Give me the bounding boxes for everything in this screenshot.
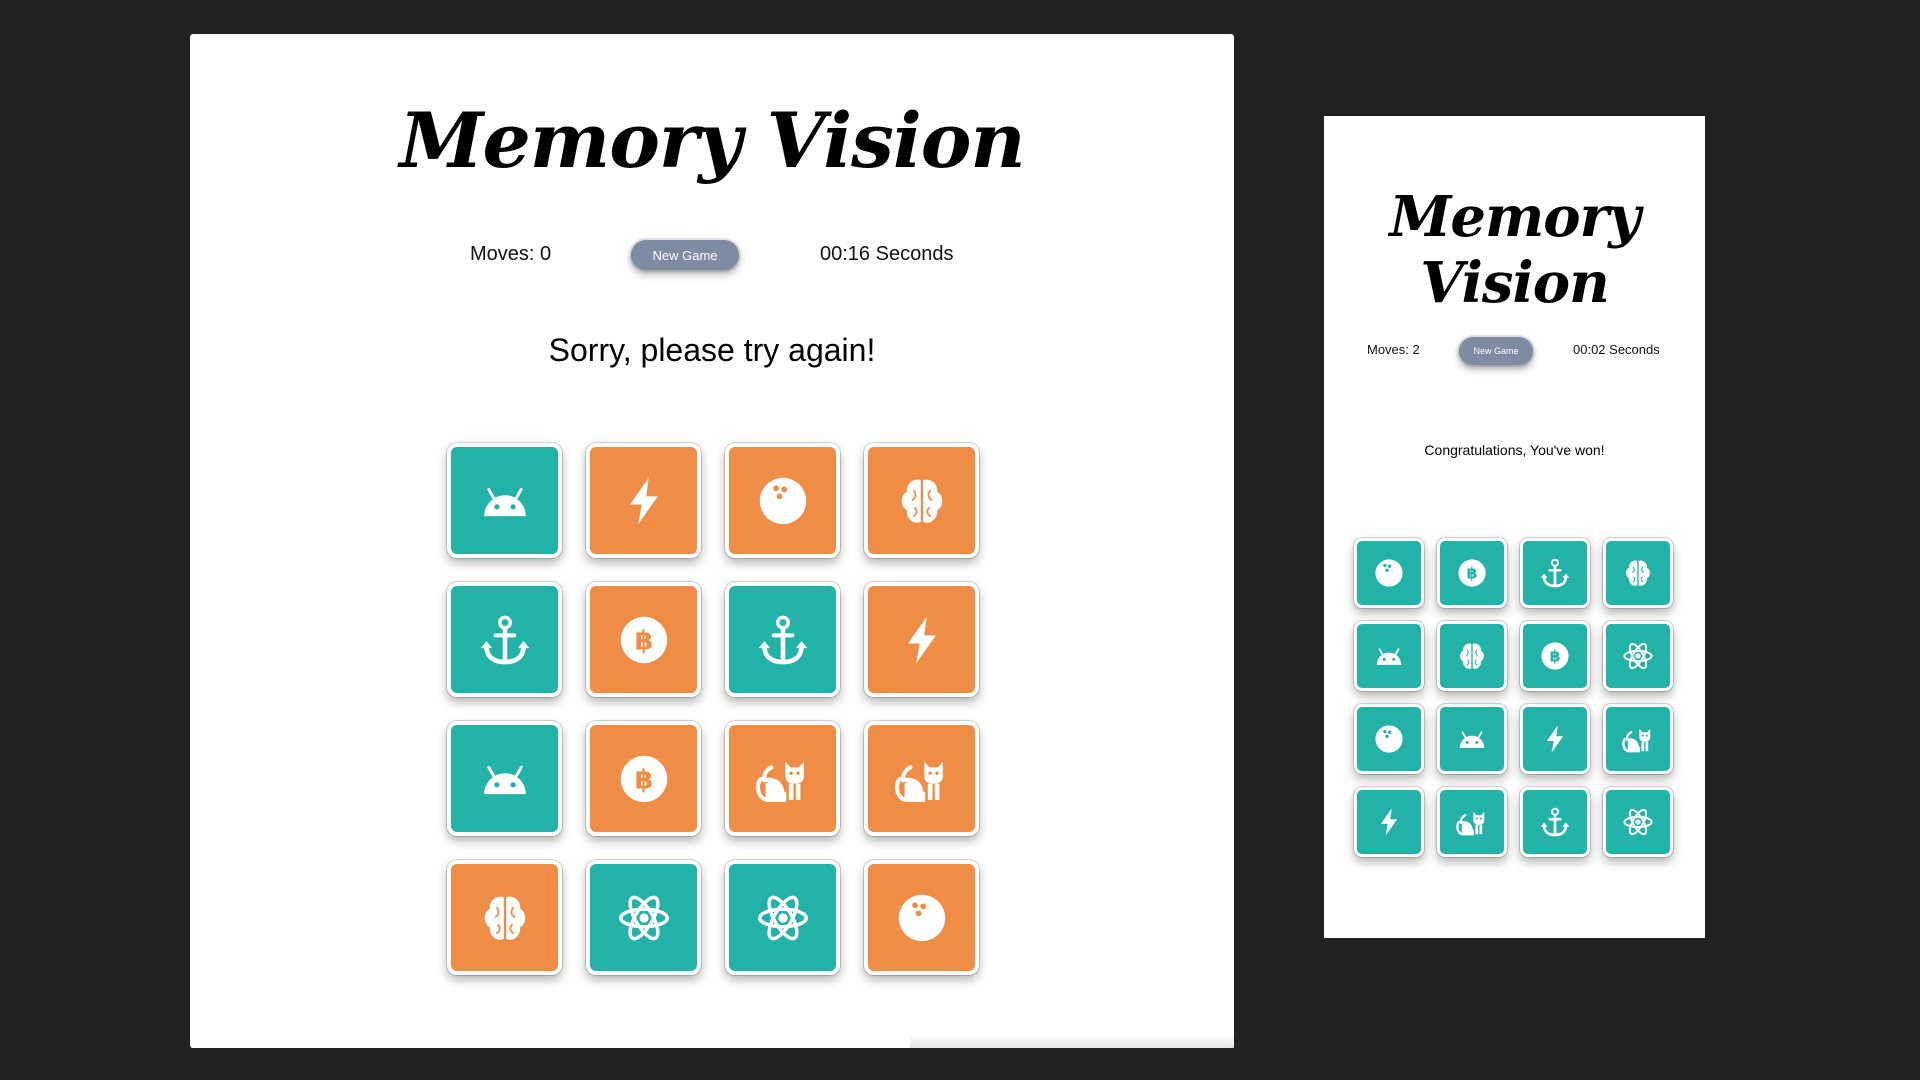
bowling-ball-icon [759,477,806,524]
anchor-icon [1540,807,1570,837]
memory-card[interactable] [586,860,701,975]
memory-card[interactable] [447,582,562,697]
bolt-icon [629,477,658,524]
moves-counter: Moves: 0 [470,243,552,265]
android-icon [1376,648,1402,665]
memory-card[interactable] [1437,621,1507,691]
bowling-ball-icon [898,894,945,941]
memory-card[interactable] [725,443,840,558]
cat-icon [894,761,943,802]
memory-card[interactable] [725,582,840,697]
memory-card[interactable] [1603,787,1673,857]
memory-card[interactable]: ฿ [1520,621,1590,691]
bowling-ball-icon [1375,559,1403,587]
memory-card[interactable] [1520,538,1590,608]
mobile-screenshot: Memory Vision Moves: 2 New Game 00:02 Se… [1324,116,1705,938]
status-message: Sorry, please try again! [548,332,876,368]
memory-card[interactable] [864,582,979,697]
svg-text:฿: ฿ [634,625,653,656]
memory-card[interactable] [1520,787,1590,857]
anchor-icon [758,615,807,664]
moves-counter: Moves: 2 [1367,342,1420,357]
timer: 00:02 Seconds [1573,342,1660,357]
desktop-screenshot: Memory Vision Moves: 0 New Game 00:16 Se… [190,34,1234,1048]
bitcoin-icon: ฿ [620,755,667,802]
memory-card[interactable] [1354,787,1424,857]
bitcoin-icon: ฿ [1458,559,1486,587]
atom-icon [1623,642,1653,670]
cat-icon [1622,728,1651,753]
memory-card[interactable] [1520,704,1590,774]
bolt-icon [1380,808,1398,836]
cat-icon [755,761,804,802]
card-grid: ฿ ฿ [447,443,979,975]
bitcoin-icon: ฿ [1541,642,1569,670]
cat-icon [1456,811,1485,836]
game-title: Memory Vision [1389,184,1640,316]
android-icon [1459,731,1485,748]
atom-icon [618,895,669,940]
bolt-icon [907,616,936,663]
game-title: Memory Vision [399,96,1025,185]
memory-card[interactable] [864,721,979,836]
memory-card[interactable] [864,860,979,975]
memory-card[interactable] [864,443,979,558]
brain-icon [484,896,525,940]
anchor-icon [1540,558,1570,588]
memory-card[interactable] [1354,704,1424,774]
memory-card[interactable]: ฿ [586,721,701,836]
memory-card[interactable] [1354,538,1424,608]
card-grid: ฿ ฿ [1354,538,1673,857]
bottom-shadow [910,1034,1234,1048]
atom-icon [757,895,808,940]
status-message: Congratulations, You've won! [1424,442,1605,458]
svg-text:฿: ฿ [1467,563,1478,582]
bowling-ball-icon [1375,725,1403,753]
memory-card[interactable] [447,721,562,836]
bolt-icon [1546,725,1564,753]
memory-card[interactable] [1603,538,1673,608]
brain-icon [1626,560,1650,586]
memory-card[interactable] [1437,704,1507,774]
android-icon [483,487,526,516]
atom-icon [1623,808,1653,836]
memory-card[interactable] [447,860,562,975]
memory-card[interactable] [1354,621,1424,691]
memory-card[interactable]: ฿ [1437,538,1507,608]
memory-card[interactable] [1437,787,1507,857]
svg-text:฿: ฿ [1550,646,1561,665]
new-game-button[interactable]: New Game [1459,337,1533,365]
memory-card[interactable] [1603,621,1673,691]
brain-icon [901,479,942,523]
timer: 00:16 Seconds [820,243,954,265]
memory-card[interactable] [725,860,840,975]
new-game-button[interactable]: New Game [631,240,739,270]
anchor-icon [480,615,529,664]
memory-card[interactable] [586,443,701,558]
memory-card[interactable]: ฿ [586,582,701,697]
bitcoin-icon: ฿ [620,616,667,663]
android-icon [483,765,526,794]
memory-card[interactable] [725,721,840,836]
memory-card[interactable] [1603,704,1673,774]
memory-card[interactable] [447,443,562,558]
brain-icon [1460,643,1484,669]
svg-text:฿: ฿ [634,764,653,795]
